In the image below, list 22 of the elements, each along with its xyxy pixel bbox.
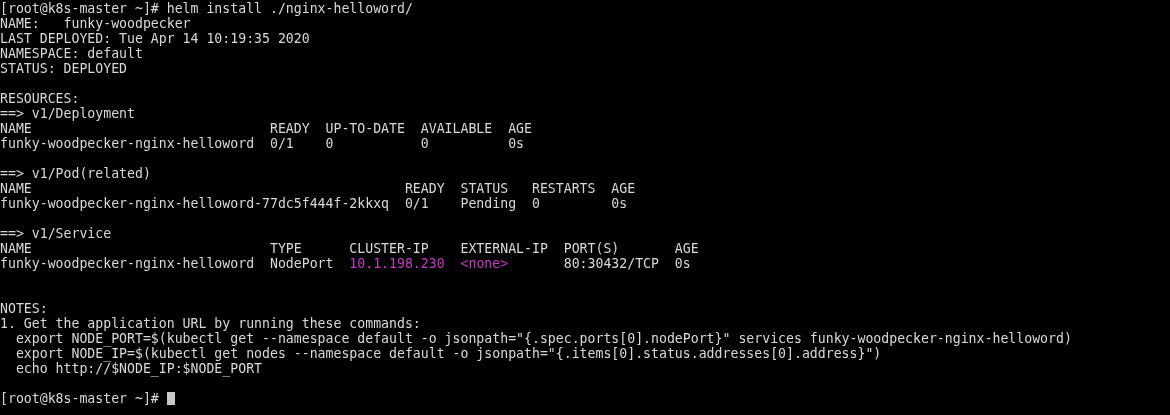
terminal-line: NOTES:: [0, 301, 48, 316]
terminal-line: export NODE_IP=$(kubectl get nodes --namespace default -o jsonpath="{.items[0].status.addresses[0].address}"): [14, 346, 882, 361]
terminal-line: 1. Get the application URL by running these commands:: [0, 316, 421, 331]
terminal-line: funky-woodpecker-nginx-helloword NodePort 10.1.198.230 <none> 80:30432/TCP 0s: [0, 256, 691, 271]
terminal-line: RESOURCES:: [0, 91, 80, 106]
terminal-line: NAME TYPE CLUSTER-IP EXTERNAL-IP PORT(S) AGE: [0, 241, 699, 256]
terminal-line: ==> v1/Service: [0, 226, 112, 241]
terminal-line: NAME READY STATUS RESTARTS AGE: [0, 181, 636, 196]
terminal-line: STATUS: DEPLOYED: [0, 61, 128, 76]
text-cursor: [166, 392, 175, 405]
terminal-line: NAME READY UP-TO-DATE AVAILABLE AGE: [0, 121, 532, 136]
terminal-line: funky-woodpecker-nginx-helloword 0/1 0 0 0s: [0, 136, 524, 151]
terminal-line: funky-woodpecker-nginx-helloword-77dc5f444f-2kkxq 0/1 Pending 0 0s: [0, 196, 628, 211]
terminal-line: LAST DEPLOYED: Tue Apr 14 10:19:35 2020: [0, 31, 310, 46]
terminal-line: export NODE_PORT=$(kubectl get --namespace default -o jsonpath="{.spec.ports[0].nodePort}" services funky-woodpecker-nginx-helloword): [14, 331, 1072, 346]
terminal-line: ==> v1/Deployment: [0, 106, 135, 121]
terminal-line: ==> v1/Pod(related): [0, 166, 151, 181]
terminal-line: NAMESPACE: default: [0, 46, 143, 61]
terminal-line: [root@k8s-master ~]# helm install ./nginx-helloword/: [0, 1, 413, 16]
terminal-line: NAME: funky-woodpecker: [0, 16, 191, 31]
shell-prompt: [root@k8s-master ~]#: [0, 391, 160, 406]
terminal-line: echo http://$NODE_IP:$NODE_PORT: [14, 361, 262, 376]
